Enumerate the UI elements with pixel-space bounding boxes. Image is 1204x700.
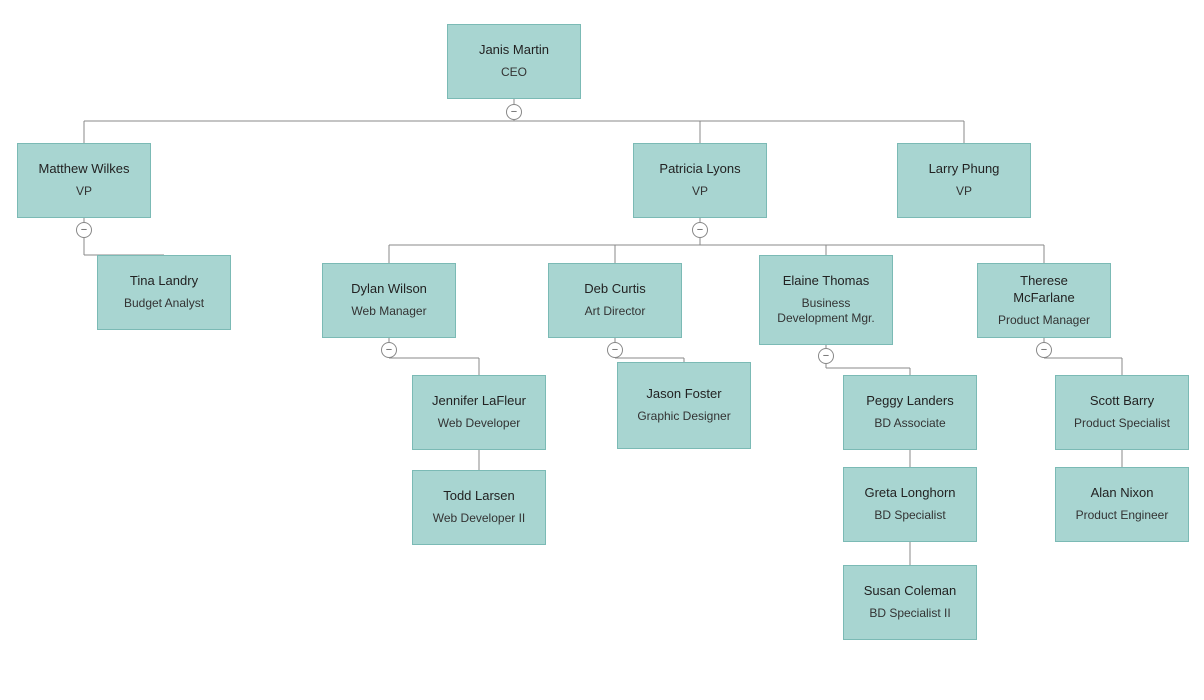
node-tina-title: Budget Analyst [124, 296, 204, 312]
node-todd-name: Todd Larsen [443, 488, 515, 505]
node-jennifer: Jennifer LaFleur Web Developer [412, 375, 546, 450]
node-susan-name: Susan Coleman [864, 583, 957, 600]
collapse-deb[interactable]: − [607, 342, 623, 358]
node-matthew: Matthew Wilkes VP [17, 143, 151, 218]
node-dylan: Dylan Wilson Web Manager [322, 263, 456, 338]
node-therese: Therese McFarlane Product Manager [977, 263, 1111, 338]
node-jason: Jason Foster Graphic Designer [617, 362, 751, 449]
node-therese-name: Therese McFarlane [988, 273, 1100, 307]
node-susan: Susan Coleman BD Specialist II [843, 565, 977, 640]
node-elaine-name: Elaine Thomas [783, 273, 869, 290]
node-deb: Deb Curtis Art Director [548, 263, 682, 338]
node-matthew-name: Matthew Wilkes [38, 161, 129, 178]
node-jason-title: Graphic Designer [637, 409, 730, 425]
collapse-dylan[interactable]: − [381, 342, 397, 358]
node-patricia-title: VP [692, 184, 708, 200]
collapse-janis[interactable]: − [506, 104, 522, 120]
node-therese-title: Product Manager [998, 313, 1090, 329]
node-greta-title: BD Specialist [874, 508, 945, 524]
node-matthew-title: VP [76, 184, 92, 200]
node-scott-name: Scott Barry [1090, 393, 1154, 410]
node-peggy-name: Peggy Landers [866, 393, 953, 410]
node-peggy-title: BD Associate [874, 416, 945, 432]
node-jennifer-name: Jennifer LaFleur [432, 393, 526, 410]
node-jennifer-title: Web Developer [438, 416, 521, 432]
node-scott-title: Product Specialist [1074, 416, 1170, 432]
collapse-therese[interactable]: − [1036, 342, 1052, 358]
node-greta: Greta Longhorn BD Specialist [843, 467, 977, 542]
node-alan-name: Alan Nixon [1091, 485, 1154, 502]
node-alan-title: Product Engineer [1076, 508, 1169, 524]
node-jason-name: Jason Foster [646, 386, 721, 403]
node-peggy: Peggy Landers BD Associate [843, 375, 977, 450]
node-patricia: Patricia Lyons VP [633, 143, 767, 218]
collapse-elaine[interactable]: − [818, 348, 834, 364]
node-scott: Scott Barry Product Specialist [1055, 375, 1189, 450]
node-janis-name: Janis Martin [479, 42, 549, 59]
node-larry-name: Larry Phung [929, 161, 1000, 178]
node-dylan-title: Web Manager [351, 304, 426, 320]
node-dylan-name: Dylan Wilson [351, 281, 427, 298]
connector-lines [0, 0, 1204, 700]
node-deb-name: Deb Curtis [584, 281, 645, 298]
node-alan: Alan Nixon Product Engineer [1055, 467, 1189, 542]
node-todd: Todd Larsen Web Developer II [412, 470, 546, 545]
node-tina: Tina Landry Budget Analyst [97, 255, 231, 330]
collapse-matthew[interactable]: − [76, 222, 92, 238]
node-susan-title: BD Specialist II [869, 606, 950, 622]
collapse-patricia[interactable]: − [692, 222, 708, 238]
node-larry-title: VP [956, 184, 972, 200]
node-elaine-title: Business Development Mgr. [770, 296, 882, 327]
node-patricia-name: Patricia Lyons [659, 161, 740, 178]
node-todd-title: Web Developer II [433, 511, 526, 527]
node-janis-title: CEO [501, 65, 527, 81]
node-larry: Larry Phung VP [897, 143, 1031, 218]
node-tina-name: Tina Landry [130, 273, 198, 290]
node-elaine: Elaine Thomas Business Development Mgr. [759, 255, 893, 345]
org-chart: Janis Martin CEO − Matthew Wilkes VP − P… [0, 0, 1204, 700]
node-greta-name: Greta Longhorn [864, 485, 955, 502]
node-deb-title: Art Director [585, 304, 646, 320]
node-janis: Janis Martin CEO [447, 24, 581, 99]
